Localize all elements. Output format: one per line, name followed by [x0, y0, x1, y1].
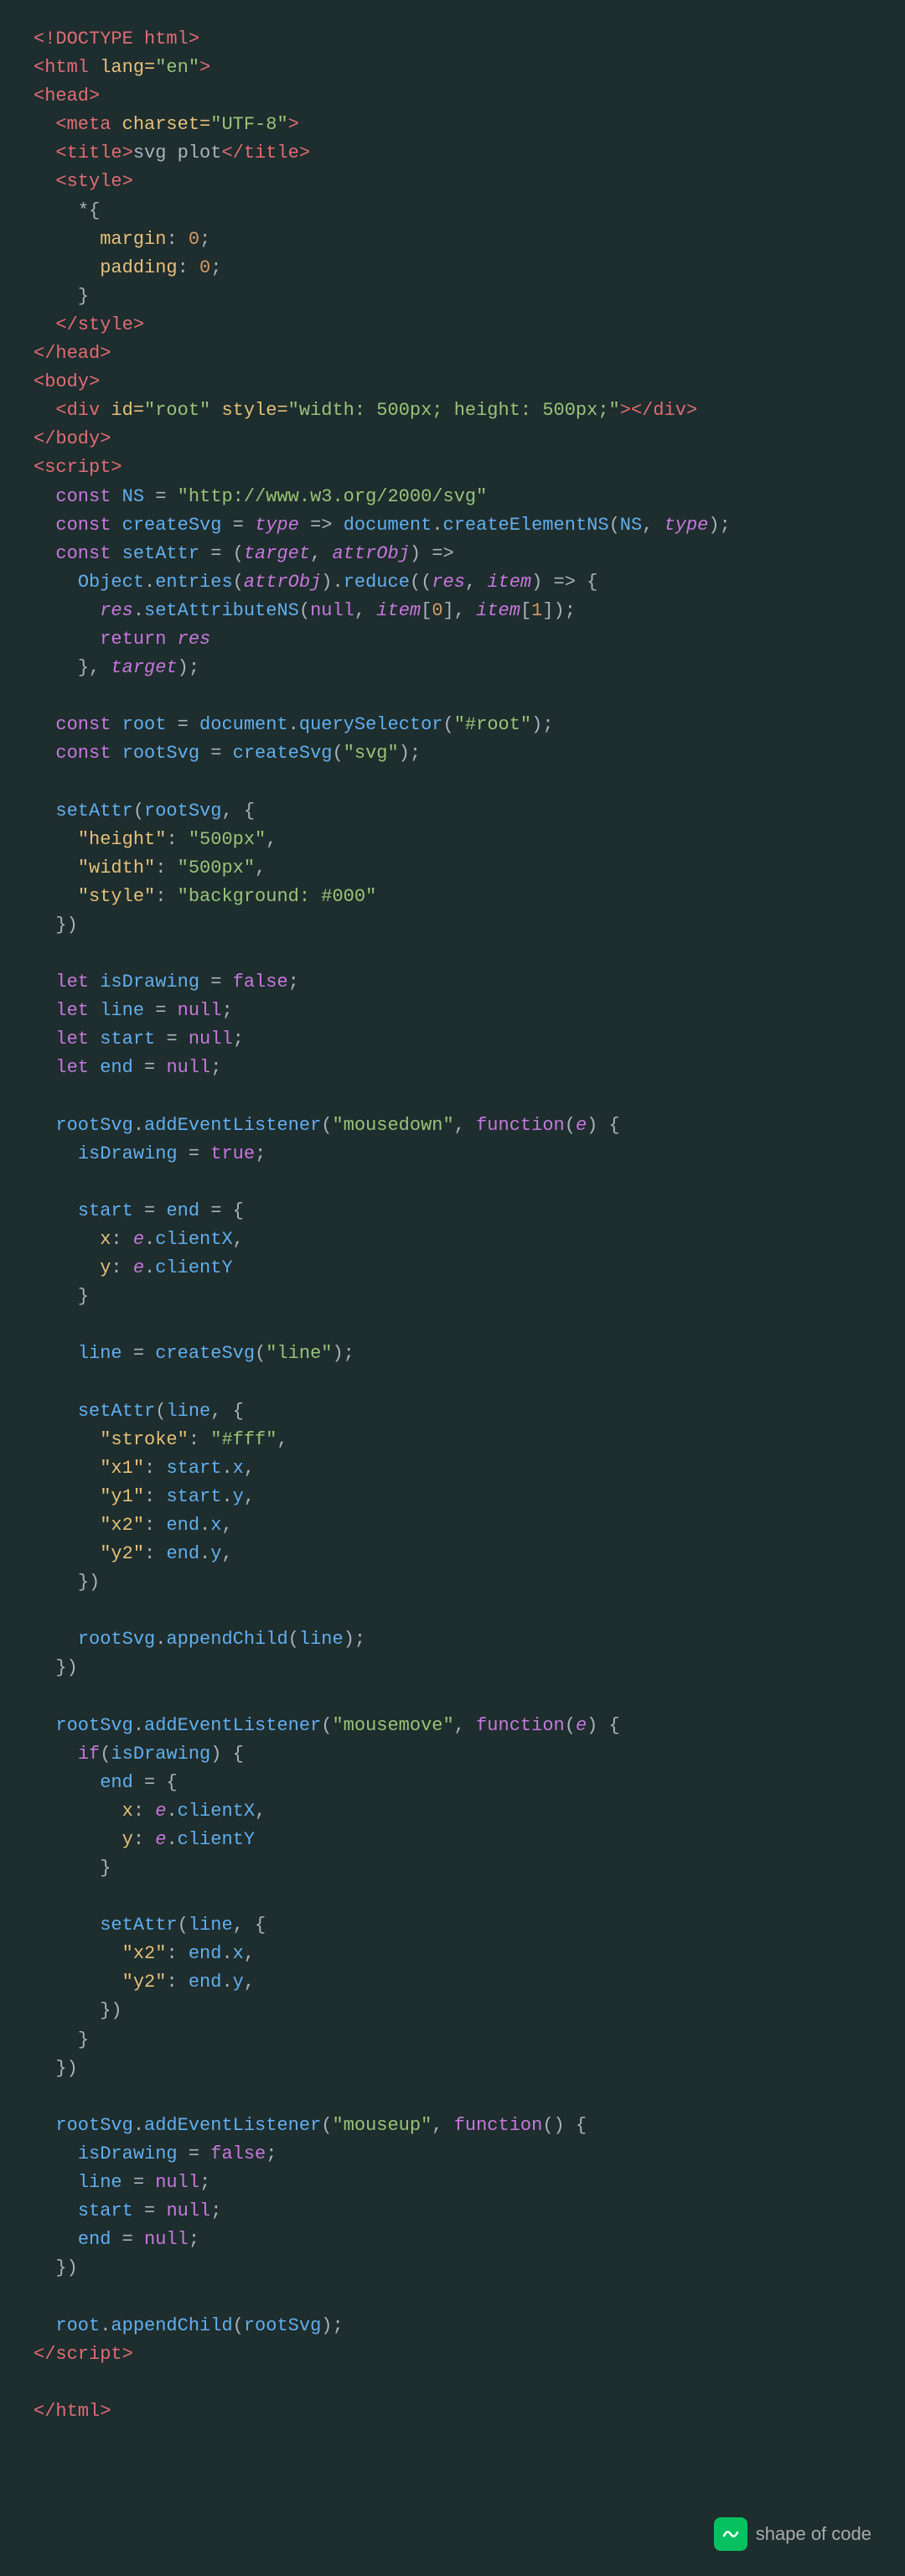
watermark-label: shape of code [756, 2523, 871, 2545]
code-container: <!DOCTYPE html> <html lang="en"> <head> … [0, 0, 905, 2576]
watermark-icon [714, 2517, 747, 2551]
watermark: shape of code [714, 2517, 871, 2551]
code-block: <!DOCTYPE html> <html lang="en"> <head> … [34, 25, 871, 2426]
